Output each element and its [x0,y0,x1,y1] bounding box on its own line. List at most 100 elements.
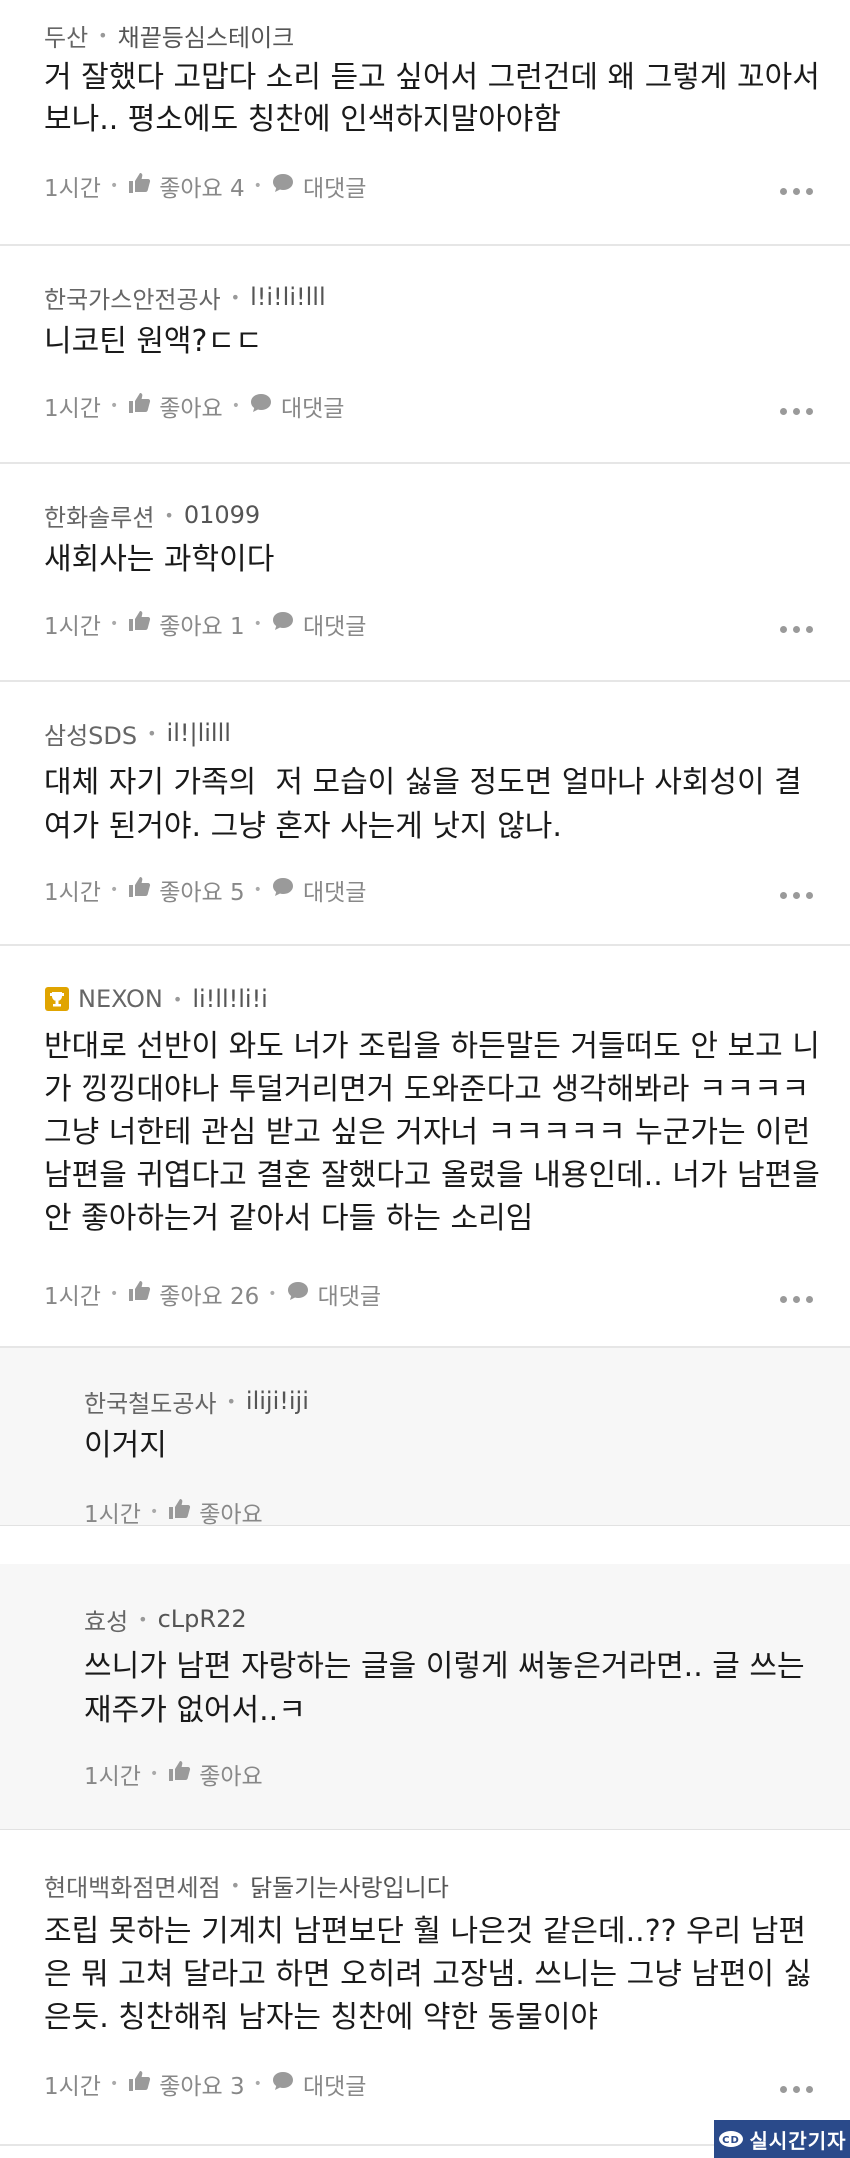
thumbs-up-icon [127,610,159,638]
meta-separator: • [231,398,240,414]
thumbs-up-icon [167,1498,199,1526]
comment-item: 한화솔루션 • 01099 새회사는 과학이다 1시간 • 좋아요 1 • 대댓글 [0,464,850,682]
user-nickname[interactable]: iliji!iji [246,1387,309,1415]
reply-button[interactable]: 대댓글 [286,1277,381,1311]
comment-actions: 1시간 • 좋아요 5 • 대댓글 [44,873,366,907]
meta-separator: • [109,178,119,194]
more-options-icon[interactable] [780,188,814,198]
watermark-logo-icon: CD [718,2131,743,2147]
reply-item: 한국철도공사 • iliji!iji 이거지 1시간 • 좋아요 [0,1348,850,1529]
comment-meta: 현대백화점면세점 • 닭둘기는사랑입니다 [44,1868,449,1903]
more-options-icon[interactable] [780,892,814,902]
company-name[interactable]: 한국가스안전공사 [44,280,221,315]
company-name[interactable]: 현대백화점면세점 [44,1868,221,1903]
timestamp: 1시간 [44,880,101,906]
comment-actions: 1시간 • 좋아요 3 • 대댓글 [44,2067,366,2101]
speech-bubble-icon [249,392,281,420]
like-label: 좋아요 [159,396,223,422]
like-button[interactable]: 좋아요 5 [127,873,245,907]
speech-bubble-icon [286,1280,318,1308]
thumbs-up-icon [127,2070,159,2098]
meta-separator: • [268,1286,277,1302]
comment-item: 현대백화점면세점 • 닭둘기는사랑입니다 조립 못하는 기계치 남편보단 훨 나은것 … [0,1830,850,2146]
speech-bubble-icon [271,172,303,200]
company-name[interactable]: 삼성SDS [44,716,137,751]
reply-label: 대댓글 [302,880,367,906]
reply-label: 대댓글 [280,396,345,422]
reply-button[interactable]: 대댓글 [249,389,344,423]
user-nickname[interactable]: 닭둘기는사랑입니다 [250,1868,449,1903]
more-options-icon[interactable] [780,1296,814,1306]
user-nickname[interactable]: 01099 [184,501,260,529]
comment-meta: 효성 • cLpR22 [84,1602,247,1637]
comment-actions: 1시간 • 좋아요 • 대댓글 [44,389,344,423]
meta-separator: • [253,178,262,194]
trophy-badge-icon [45,987,69,1011]
comment-text-line: 안 좋아하는거 같아서 다들 하는 소리임 [44,1201,534,1236]
like-button[interactable]: 좋아요 4 [127,169,245,203]
like-button[interactable]: 좋아요 26 [127,1277,259,1311]
comment-meta: 두산 • 채끝등심스테이크 [44,18,295,53]
like-button[interactable]: 좋아요 [167,1757,263,1791]
svg-text:CD: CD [722,2135,740,2146]
like-button[interactable]: 좋아요 [127,389,223,423]
meta-separator: • [253,882,262,898]
comment-item: NEXON • li!ll!li!i 반대로 선반이 와도 너가 조립을 하든말든 거… [0,946,850,1348]
thumbs-up-icon [167,1760,199,1788]
thumbs-up-icon [127,1280,159,1308]
meta-separator: • [253,616,262,632]
company-name[interactable]: 한화솔루션 [44,498,154,533]
like-button[interactable]: 좋아요 3 [127,2067,245,2101]
meta-separator: • [98,25,108,45]
meta-separator: • [149,1504,159,1520]
timestamp: 1시간 [44,396,101,422]
comment-actions: 1시간 • 좋아요 4 • 대댓글 [44,169,366,203]
meta-separator: • [147,723,157,743]
company-name[interactable]: 두산 [44,18,88,53]
meta-separator: • [226,1391,236,1411]
user-nickname[interactable]: 채끝등심스테이크 [118,18,295,53]
company-name[interactable]: 한국철도공사 [84,1384,216,1419]
more-options-icon[interactable] [780,2086,814,2096]
comment-meta: 한화솔루션 • 01099 [44,498,260,533]
user-nickname[interactable]: li!ll!li!i [192,985,268,1013]
comment-text-line: 보나.. 평소에도 칭찬에 인색하지말아야함 [44,102,561,137]
meta-separator: • [230,287,241,307]
meta-separator: • [138,1609,148,1629]
comment-item: 삼성SDS • il!|lilll 대체 자기 가족의 저 모습이 싫을 정도면 얼마… [0,682,850,946]
comment-item: 두산 • 채끝등심스테이크 거 잘했다 고맙다 소리 듣고 싶어서 그런건데 왜 그렇… [0,0,850,246]
comment-text-line: 이거지 [84,1428,167,1463]
reply-item: 효성 • cLpR22 쓰니가 남편 자랑하는 글을 이렇게 써놓은거라면.. 글 쓰… [0,1564,850,1830]
comment-item: 한국가스안전공사 • l!i!li!lll 니코틴 원액?ㄷㄷ 1시간 • 좋아요 • 대댓글 [0,246,850,464]
like-label: 좋아요 [199,1764,263,1790]
timestamp: 1시간 [84,1502,141,1528]
comment-text-line: 여가 된거야. 그냥 혼자 사는게 낫지 않나. [44,809,562,844]
like-label: 좋아요 4 [159,176,245,202]
user-nickname[interactable]: l!i!li!lll [250,283,326,311]
reply-label: 대댓글 [302,614,367,640]
user-nickname[interactable]: cLpR22 [158,1605,247,1633]
like-button[interactable]: 좋아요 [167,1495,263,1529]
reply-button[interactable]: 대댓글 [271,2067,366,2101]
like-button[interactable]: 좋아요 1 [127,607,245,641]
reply-button[interactable]: 대댓글 [271,169,366,203]
reply-label: 대댓글 [302,176,367,202]
meta-separator: • [109,2076,119,2092]
meta-separator: • [109,1286,119,1302]
reply-button[interactable]: 대댓글 [271,873,366,907]
comment-meta: 한국가스안전공사 • l!i!li!lll [44,280,326,315]
meta-separator: • [172,989,183,1009]
timestamp: 1시간 [44,176,101,202]
company-name[interactable]: NEXON [78,985,163,1013]
company-name[interactable]: 효성 [84,1602,128,1637]
comment-actions: 1시간 • 좋아요 [84,1757,263,1791]
more-options-icon[interactable] [780,626,814,636]
more-options-icon[interactable] [780,408,814,418]
meta-separator: • [230,1875,241,1895]
user-nickname[interactable]: il!|lilll [167,719,231,747]
comment-actions: 1시간 • 좋아요 26 • 대댓글 [44,1277,381,1311]
reply-button[interactable]: 대댓글 [271,607,366,641]
watermark-text: 실시간기자 [749,2128,847,2153]
comment-text-line: 재주가 없어서..ㅋ [84,1693,306,1728]
speech-bubble-icon [271,2070,303,2098]
